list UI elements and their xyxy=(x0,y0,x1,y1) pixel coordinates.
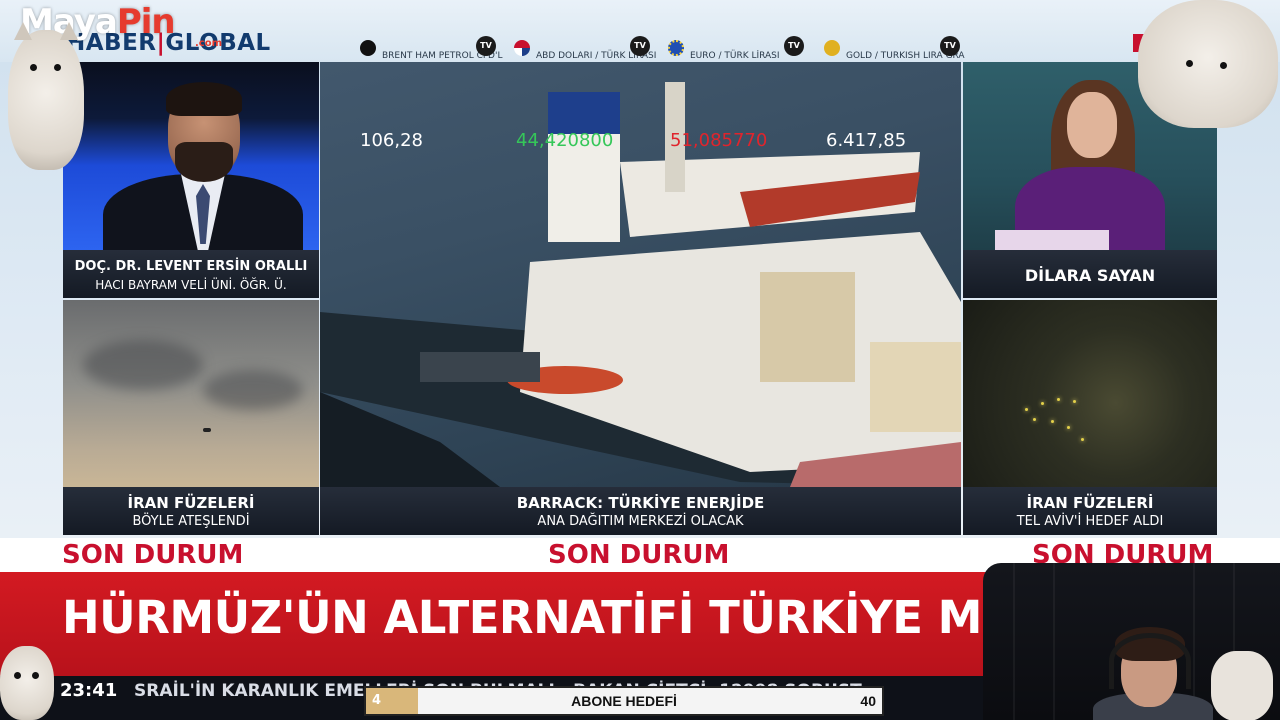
tradingview-icon: TV xyxy=(630,36,650,56)
right-story-title: İRAN FÜZELERİ xyxy=(1026,494,1154,512)
cat-sticker xyxy=(8,22,84,170)
guest-name: DOÇ. DR. LEVENT ERSİN ORALLI xyxy=(74,259,308,274)
headline-text: HÜRMÜZ'ÜN ALTERNATİFİ TÜRKİYE Mİ xyxy=(62,591,999,644)
cat-eye xyxy=(32,672,39,679)
anchor-face xyxy=(1067,92,1117,158)
tradingview-icon: TV xyxy=(940,36,960,56)
cat-sticker xyxy=(0,646,54,720)
streamer-webcam xyxy=(983,563,1280,720)
cat-sticker xyxy=(1211,651,1273,720)
usd-value: 44,420800 xyxy=(516,130,614,151)
ticker-label: EURO / TÜRK LİRASI xyxy=(690,51,780,61)
headset-icon xyxy=(1109,633,1191,689)
oil-drop-icon xyxy=(360,40,376,56)
cat-eye xyxy=(30,64,37,71)
goal-title: ABONE HEDEFİ xyxy=(571,693,677,709)
breaking-tag: SON DURUM xyxy=(548,540,730,570)
night-missile-video xyxy=(963,300,1217,487)
right-story-subtitle: TEL AVİV'İ HEDEF ALDI xyxy=(1016,514,1164,529)
left-story-title: İRAN FÜZELERİ xyxy=(127,494,255,512)
gold-coin-icon xyxy=(824,40,840,56)
main-story-subtitle: ANA DAĞITIM MERKEZİ OLACAK xyxy=(537,514,744,529)
subscriber-goal-bar: 4 ABONE HEDEFİ 40 xyxy=(364,686,884,716)
goal-target: 40 xyxy=(860,693,876,709)
clock: 23:41 xyxy=(60,680,118,701)
missile-light xyxy=(1051,420,1054,423)
missile-light xyxy=(1057,398,1060,401)
missile-light xyxy=(1041,402,1044,405)
ticker-eur: EURO / TÜRK LİRASI TV xyxy=(668,34,808,62)
missile-light xyxy=(1067,426,1070,429)
missile-light xyxy=(1081,438,1084,441)
left-story-subtitle: BÖYLE ATEŞLENDİ xyxy=(132,514,250,529)
main-story-title: BARRACK: TÜRKİYE ENERJİDE xyxy=(516,494,765,512)
guest-video xyxy=(63,62,319,250)
brent-value: 106,28 xyxy=(360,130,423,151)
guest-hair xyxy=(166,82,242,116)
main-story-caption: BARRACK: TÜRKİYE ENERJİDE ANA DAĞITIM ME… xyxy=(320,487,961,535)
left-story-caption: İRAN FÜZELERİ BÖYLE ATEŞLENDİ xyxy=(63,487,319,535)
ticker-usd: ABD DOLARI / TÜRK LİRASI TV xyxy=(514,34,656,62)
missile-launch-video xyxy=(63,300,319,487)
us-flag-icon xyxy=(514,40,530,56)
cat-sticker xyxy=(1138,0,1278,128)
tradingview-icon: TV xyxy=(476,36,496,56)
missile-light xyxy=(1073,400,1076,403)
main-video-tanker: 106,28 44,420800 51,085770 6.417,85 xyxy=(320,62,961,487)
cat-eye xyxy=(54,64,61,71)
missile-dot xyxy=(203,428,211,432)
smoke-cloud xyxy=(203,370,303,410)
anchor-caption: DİLARA SAYAN xyxy=(963,250,1217,298)
missile-light xyxy=(1033,418,1036,421)
breaking-tag: SON DURUM xyxy=(62,540,244,570)
watermark-suffix: .com xyxy=(195,38,223,49)
cat-eye xyxy=(1186,60,1193,67)
anchor-desk xyxy=(995,230,1109,250)
eu-flag-icon xyxy=(668,40,684,56)
guest-caption: DOÇ. DR. LEVENT ERSİN ORALLI HACI BAYRAM… xyxy=(63,250,319,298)
missile-light xyxy=(1025,408,1028,411)
watermark-brand-b: Pin xyxy=(116,2,176,42)
cat-eye xyxy=(1220,62,1227,69)
ticker-gold: GOLD / TURKISH LIRA GRA TV xyxy=(824,34,965,62)
eur-value: 51,085770 xyxy=(670,130,768,151)
anchor-name: DİLARA SAYAN xyxy=(1024,266,1156,285)
right-story-caption: İRAN FÜZELERİ TEL AVİV'İ HEDEF ALDI xyxy=(963,487,1217,535)
ticker-brent: BRENT HAM PETROL CFD'L TV xyxy=(360,34,502,62)
tradingview-icon: TV xyxy=(784,36,804,56)
gold-value: 6.417,85 xyxy=(826,130,907,151)
smoke-cloud xyxy=(83,340,203,390)
guest-beard xyxy=(175,142,233,182)
cat-eye xyxy=(14,672,21,679)
tanker-ship-illustration xyxy=(320,82,961,487)
guest-title: HACI BAYRAM VELİ ÜNİ. ÖĞR. Ü. xyxy=(95,278,287,292)
curtain-fold xyxy=(1013,563,1015,720)
curtain-fold xyxy=(1053,563,1055,720)
